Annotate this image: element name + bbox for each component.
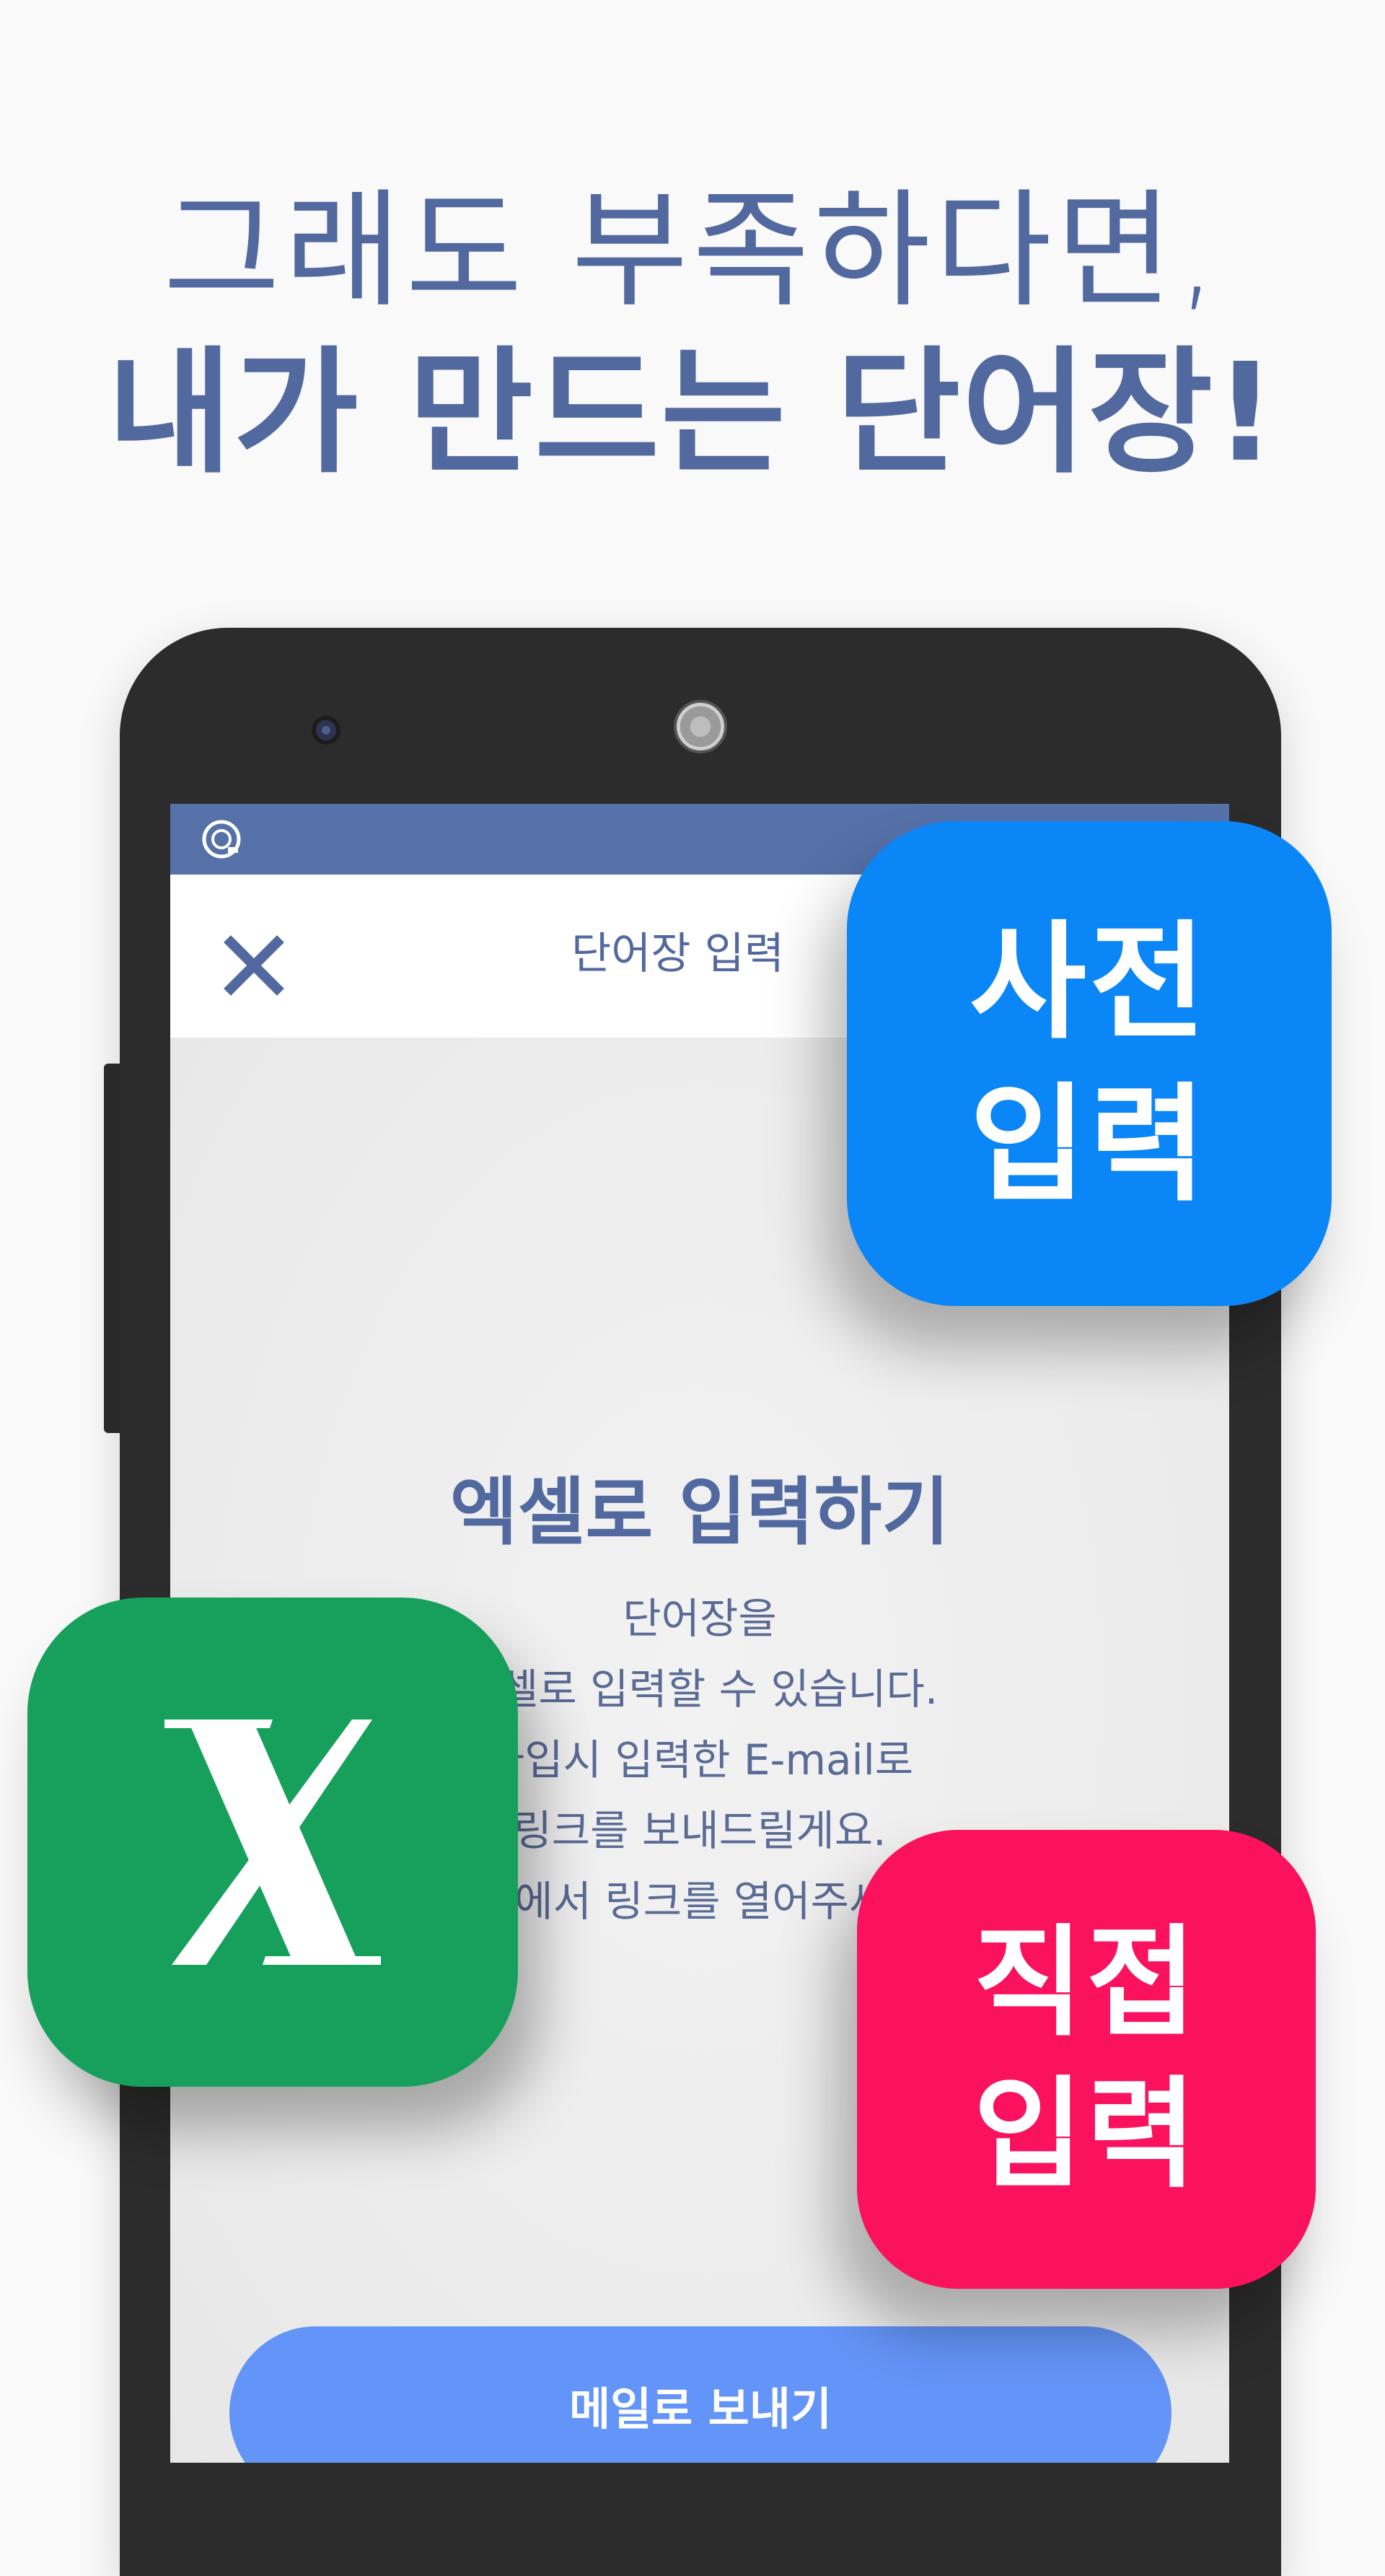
dictionary-tile-line-1: 사전 (970, 908, 1209, 1056)
speaker-icon (674, 700, 727, 753)
direct-tile-line-2: 입력 (973, 2065, 1200, 2204)
direct-input-tile[interactable]: 직접 입력 (857, 1830, 1316, 2289)
camera-icon (312, 716, 340, 745)
close-icon[interactable] (221, 932, 287, 999)
dictionary-tile-line-2: 입력 (970, 1071, 1209, 1219)
section-title: 엑셀로 입력하기 (449, 1470, 950, 1556)
headline-line-1: 그래도 부족하다면, (163, 177, 1222, 325)
app-logo-icon (202, 820, 241, 859)
send-email-button[interactable]: 메일로 보내기 (229, 2326, 1171, 2463)
dictionary-input-tile[interactable]: 사전 입력 (847, 821, 1332, 1306)
direct-tile-line-1: 직접 (973, 1914, 1200, 2053)
excel-x-icon (164, 1719, 381, 1965)
excel-input-tile[interactable] (27, 1598, 518, 2087)
headline-line-2: 내가 만드는 단어장! (107, 334, 1278, 492)
app-bar-title: 단어장 입력 (571, 929, 785, 979)
